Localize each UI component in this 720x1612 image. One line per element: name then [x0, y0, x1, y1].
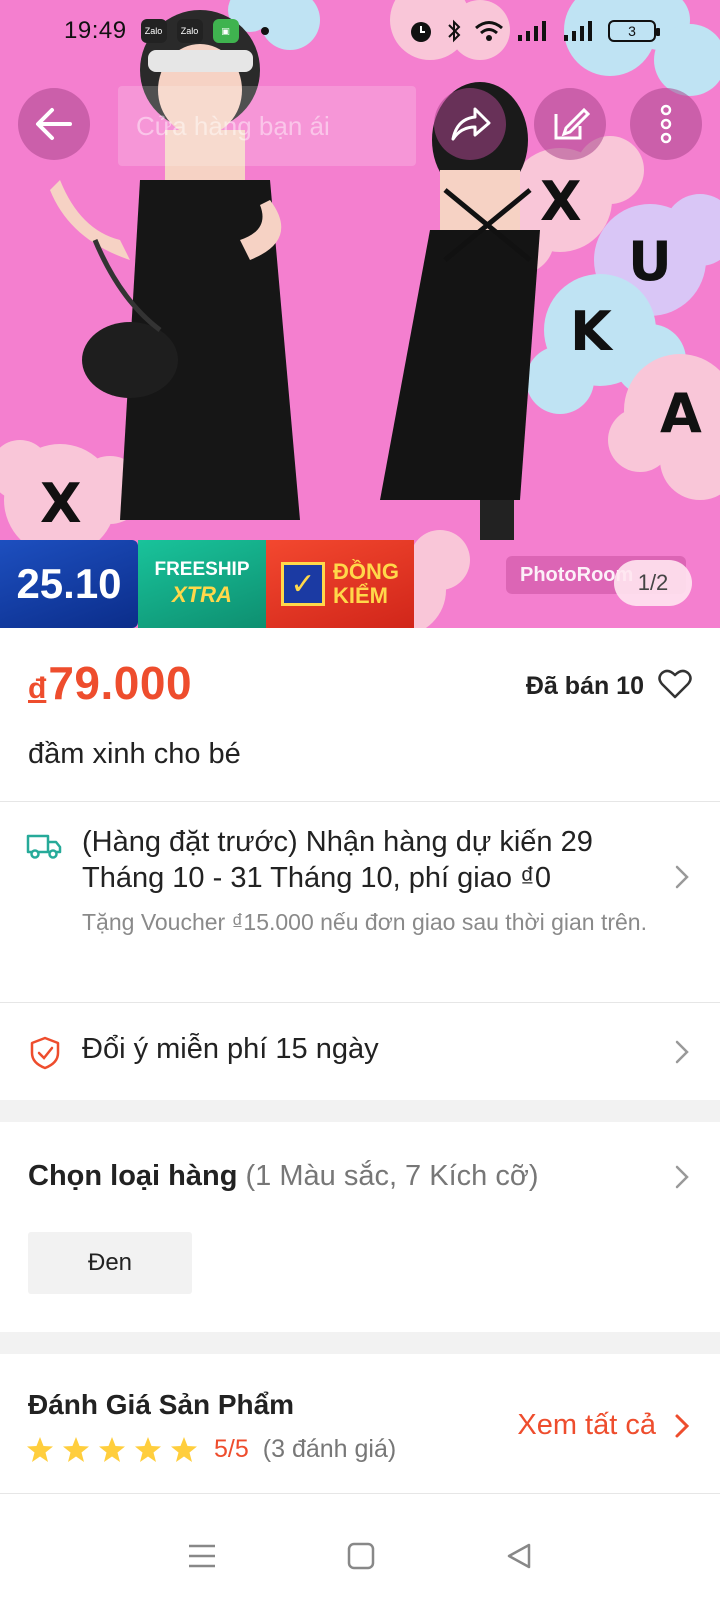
wifi-icon: [475, 21, 503, 41]
freeship-xtra-badge: FREESHIP XTRA: [138, 540, 266, 628]
dong-label: ĐỒNG: [333, 558, 399, 584]
svg-text:A: A: [660, 382, 702, 445]
delivery-truck-icon: [26, 834, 62, 859]
more-options-button[interactable]: [630, 88, 702, 160]
kiem-label: KIỂM: [333, 583, 388, 608]
star-rating: 5/5 (3 đánh giá): [26, 1435, 396, 1464]
product-reviews: Đánh Giá Sản Phẩm 5/5 (3 đánh giá) Xem t…: [0, 1357, 720, 1493]
image-pager: 1/2: [614, 560, 692, 606]
variant-title-label: Chọn loại hàng: [28, 1160, 238, 1192]
currency-symbol: đ: [28, 672, 47, 705]
status-time: 19:49: [64, 17, 127, 44]
promo-badges: 25.10 FREESHIP XTRA ✓ ĐỒNG KIỂM: [0, 540, 414, 628]
shop-notification-icon: ▣: [212, 19, 239, 43]
shipping-info-row[interactable]: (Hàng đặt trước) Nhận hàng dự kiến 29 Th…: [0, 802, 720, 1002]
home-icon[interactable]: [347, 1542, 375, 1570]
variant-summary: (1 Màu sắc, 7 Kích cỡ): [245, 1160, 539, 1192]
rating-value: 5/5: [214, 1435, 249, 1463]
product-image-carousel[interactable]: XU KA X 19:49 Zalo Zalo ▣ 3 Cửa hàng bạn…: [0, 0, 720, 628]
star-icon: [27, 1437, 53, 1462]
chevron-right-icon: [675, 1040, 689, 1064]
zalo-notification-icon: Zalo: [176, 19, 203, 43]
free-return-text: Đổi ý miễn phí 15 ngày: [82, 1033, 379, 1065]
arrow-left-icon: [36, 108, 72, 140]
see-all-label: Xem tất cả: [517, 1409, 656, 1441]
reviews-title: Đánh Giá Sản Phẩm: [28, 1389, 295, 1420]
checkmark-icon: ✓: [281, 562, 325, 606]
product-title: đầm xinh cho bé: [28, 738, 241, 770]
more-vertical-icon: [660, 104, 672, 144]
svg-text:K: K: [570, 300, 614, 363]
back-nav-icon[interactable]: [505, 1542, 533, 1570]
search-input[interactable]: Cửa hàng bạn ái: [118, 86, 416, 166]
divider: [0, 1493, 720, 1494]
edit-icon: [554, 107, 590, 140]
recent-apps-icon[interactable]: [187, 1543, 217, 1569]
promo-date-badge: 25.10: [0, 540, 138, 628]
edit-button[interactable]: [534, 88, 606, 160]
chevron-right-icon: [675, 865, 689, 889]
heart-icon[interactable]: [658, 668, 692, 700]
see-all-reviews-link[interactable]: Xem tất cả: [517, 1409, 690, 1442]
variant-option-den[interactable]: Đen: [28, 1232, 192, 1294]
variant-title: Chọn loại hàng (1 Màu sắc, 7 Kích cỡ): [28, 1160, 539, 1193]
delivery-estimate: (Hàng đặt trước) Nhận hàng dự kiến 29 Th…: [82, 826, 593, 894]
share-icon: [451, 107, 491, 141]
svg-text:U: U: [628, 230, 672, 293]
chevron-right-icon: [675, 1414, 690, 1437]
freeship-label: FREESHIP: [154, 559, 250, 581]
bluetooth-icon: [448, 19, 461, 43]
star-icon: [63, 1437, 89, 1462]
star-icon: [135, 1437, 161, 1462]
battery-icon: 3: [608, 20, 660, 42]
sold-count: Đã bán 10: [525, 672, 644, 700]
section-gap: [0, 1100, 720, 1122]
svg-text:X: X: [40, 472, 82, 535]
variant-selector[interactable]: Chọn loại hàng (1 Màu sắc, 7 Kích cỡ) Đe…: [0, 1124, 720, 1330]
rating-count: (3 đánh giá): [262, 1435, 397, 1463]
more-notifications-dot: [260, 27, 269, 35]
dong-kiem-badge: ✓ ĐỒNG KIỂM: [266, 540, 414, 628]
top-navigation-bar: Cửa hàng bạn ái: [0, 86, 720, 186]
shield-check-icon: [30, 1036, 60, 1070]
alarm-icon: [411, 22, 431, 42]
system-navigation-bar: [0, 1500, 720, 1612]
share-button[interactable]: [434, 88, 506, 160]
signal-icon-sim2: [564, 21, 592, 41]
xtra-label: XTRA: [172, 582, 232, 608]
voucher-note: Tặng Voucher ₫15.000 nếu đơn giao sau th…: [82, 909, 647, 935]
star-icon: [171, 1437, 197, 1462]
product-price: 79.000: [48, 657, 193, 709]
status-bar: 19:49 Zalo Zalo ▣ 3: [0, 0, 720, 62]
zalo-notification-icon: Zalo: [140, 19, 167, 43]
chevron-right-icon: [675, 1165, 689, 1189]
signal-icon: [518, 21, 546, 41]
star-icon: [99, 1437, 125, 1462]
price-row: đ 79.000 Đã bán 10: [0, 628, 720, 718]
back-button[interactable]: [18, 88, 90, 160]
free-return-row[interactable]: Đổi ý miễn phí 15 ngày: [0, 1003, 720, 1099]
section-gap: [0, 1332, 720, 1354]
